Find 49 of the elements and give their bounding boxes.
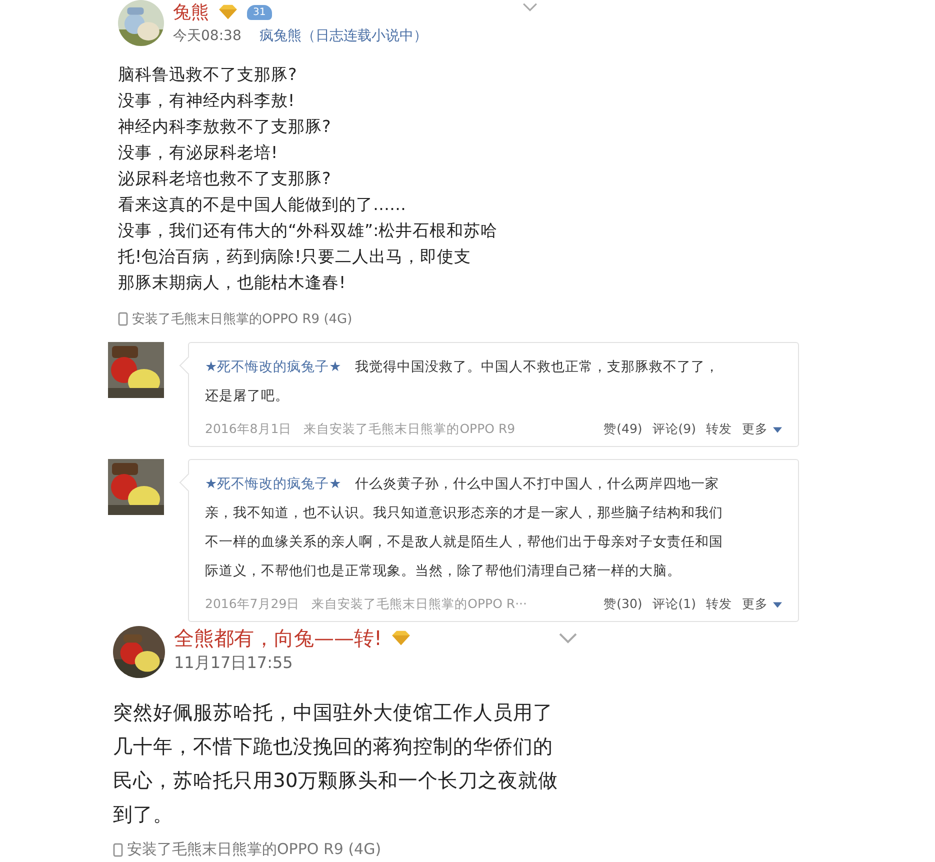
comment-text-line: 什么炎黄子孙，什么中国人不打中国人，什么两岸四地一家	[355, 476, 720, 492]
comment-text-line: 我觉得中国没救了。中国人不救也正常，支那豚救不了了，	[355, 359, 720, 375]
post-text-line: 神经内科李敖救不了支那豚?	[118, 116, 332, 138]
phone-icon	[118, 312, 128, 326]
comment-date: 2016年8月1日	[205, 421, 292, 438]
level-badge: 31	[247, 4, 272, 20]
action-link[interactable]: 评论(1)	[652, 596, 696, 613]
username[interactable]: 兔熊	[173, 0, 209, 24]
post-text-line: 突然好佩服苏哈托，中国驻外大使馆工作人员用了	[113, 700, 554, 726]
post-text-line: 托!包治百病，药到病除!只要二人出马，即使支	[118, 246, 472, 268]
action-link[interactable]: 赞(30)	[604, 596, 642, 613]
action-link[interactable]: 转发	[706, 421, 732, 438]
comment-source: 来自安装了毛熊末日熊掌的OPPO R···	[312, 596, 528, 613]
more-menu[interactable]: 更多	[742, 596, 782, 613]
chevron-down-icon[interactable]	[558, 632, 578, 644]
post-text-line: 没事，有泌尿科老培!	[118, 142, 279, 164]
username[interactable]: 全熊都有，向兔——转!	[174, 624, 382, 652]
post-text-line: 脑科鲁迅救不了支那豚?	[118, 64, 298, 86]
post-text-line: 泌尿科老培也救不了支那豚?	[118, 168, 332, 190]
phone-icon	[113, 842, 123, 856]
post-text-line: 几十年，不惜下跪也没挽回的蒋狗控制的华侨们的	[113, 734, 554, 760]
comment-text-line: 还是屠了吧。	[205, 388, 289, 404]
comment-text-line: 亲，我不知道，也不认识。我只知道意识形态亲的才是一家人，那些脑子结构和我们	[205, 505, 723, 521]
post-text-line: 没事，我们还有伟大的“外科双雄”:松井石根和苏哈	[118, 220, 499, 242]
diamond-badge-icon	[390, 630, 412, 646]
post-text-line: 没事，有神经内科李敖!	[118, 90, 296, 112]
post-time: 今天08:38	[173, 28, 242, 44]
more-menu[interactable]: 更多	[742, 421, 782, 438]
action-link[interactable]: 赞(49)	[604, 421, 642, 438]
chevron-down-icon[interactable]	[522, 2, 538, 12]
commenter-link[interactable]: ★死不悔改的疯兔子★	[205, 476, 342, 492]
device-label: 安装了毛熊末日熊掌的OPPO R9 (4G)	[127, 840, 382, 859]
post-text-line: 看来这真的不是中国人能做到的了……	[118, 194, 407, 216]
caret-icon	[773, 426, 782, 432]
post-time: 11月17日17:55	[174, 653, 293, 672]
post-source[interactable]: 疯兔熊（日志连载小说中）	[259, 28, 428, 44]
device-label: 安装了毛熊末日熊掌的OPPO R9 (4G)	[132, 311, 352, 328]
post-text-line: 到了。	[113, 802, 174, 828]
post-text-line: 民心，苏哈托只用30万颗豚头和一个长刀之夜就做	[113, 768, 559, 794]
comment-source: 来自安装了毛熊末日熊掌的OPPO R9	[304, 421, 516, 438]
caret-icon	[773, 602, 782, 608]
commenter-link[interactable]: ★死不悔改的疯兔子★	[205, 359, 342, 375]
comment-text-line: 际道义，不帮他们也是正常现象。当然，除了帮他们清理自己猪一样的大脑。	[205, 563, 681, 579]
diamond-badge-icon	[217, 4, 239, 20]
action-link[interactable]: 转发	[706, 596, 732, 613]
action-link[interactable]: 评论(9)	[652, 421, 696, 438]
comment-date: 2016年7月29日	[205, 596, 300, 613]
post-text-line: 那豚末期病人，也能枯木逢春!	[118, 272, 347, 294]
comment-text-line: 不一样的血缘关系的亲人啊，不是敌人就是陌生人，帮他们出于母亲对子女责任和国	[205, 534, 723, 550]
